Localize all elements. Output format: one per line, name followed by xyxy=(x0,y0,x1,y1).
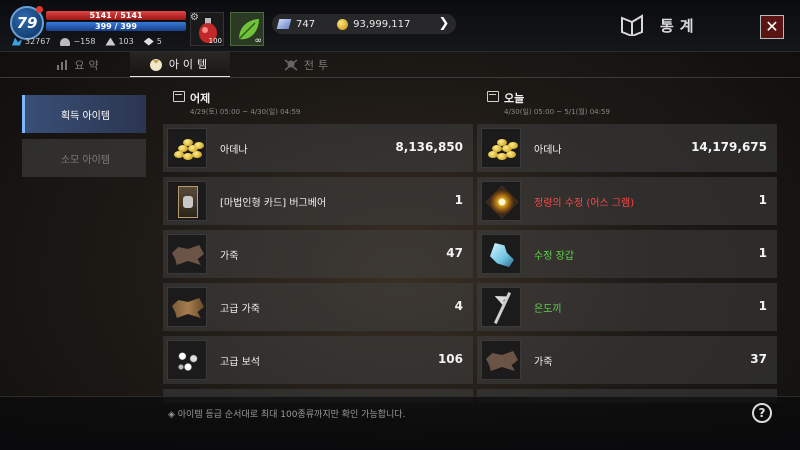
calendar-icon xyxy=(173,91,185,102)
gold-amount: 93,999,117 xyxy=(353,18,411,30)
item-name: 가죽 xyxy=(220,251,239,262)
leather-icon xyxy=(481,340,521,380)
crystal-icon xyxy=(276,19,292,29)
tab-items-label: 아이템 xyxy=(168,58,212,71)
stat-buff: 5 xyxy=(143,37,162,46)
today-column: 오늘 4/30(일) 05:00 ~ 5/1(월) 04:59 아데나 14,1… xyxy=(477,88,777,408)
axe-icon xyxy=(481,287,521,327)
gem-icon xyxy=(167,340,207,380)
item-row[interactable]: 가죽 47 xyxy=(163,230,473,278)
fine-leather-icon xyxy=(167,287,207,327)
today-range: 4/30(일) 05:00 ~ 5/1(월) 04:59 xyxy=(504,108,610,116)
crystal-amount: 747 xyxy=(296,18,316,30)
crystal-icon xyxy=(481,181,521,221)
item-row[interactable]: [마법인형 카드] 버그베어 1 xyxy=(163,177,473,225)
yesterday-range: 4/29(토) 05:00 ~ 4/30(일) 04:59 xyxy=(190,108,301,116)
item-row[interactable]: 고급 보석 106 xyxy=(163,336,473,384)
item-count: 4 xyxy=(454,299,463,313)
stat-weight: 103 xyxy=(105,37,134,46)
mp-bar: 399 / 399 xyxy=(46,22,186,31)
close-button[interactable]: ✕ xyxy=(760,15,784,39)
side-acquired-items[interactable]: 획득 아이템 xyxy=(22,95,146,133)
today-title: 오늘 xyxy=(504,92,525,105)
item-row[interactable]: 은도끼 1 xyxy=(477,283,777,331)
herb-slot[interactable]: ∞ xyxy=(230,12,264,46)
item-name: 정령의 수정 (어스 그램) xyxy=(534,198,635,209)
item-count: 1 xyxy=(758,246,767,260)
currency-bar: 747 93,999,117 xyxy=(272,14,456,34)
help-button[interactable]: ? xyxy=(752,403,772,423)
item-count: 14,179,675 xyxy=(691,140,767,154)
tab-divider xyxy=(0,77,800,78)
item-count: 106 xyxy=(437,352,463,366)
glove-icon xyxy=(481,234,521,274)
item-row[interactable]: 정령의 수정 (어스 그램) 1 xyxy=(477,177,777,225)
side-consumed-items[interactable]: 소모 아이템 xyxy=(22,139,146,177)
item-name: 수정 장갑 xyxy=(534,251,574,262)
tab-combat[interactable]: 전투 xyxy=(258,52,358,78)
tab-bar: 요약 아이템 전투 xyxy=(0,52,800,78)
buff-icon xyxy=(143,37,154,46)
top-hud: 79 5141 / 5141 399 / 399 32767 −158 103 … xyxy=(0,0,800,52)
weight-icon xyxy=(105,37,116,46)
tab-items[interactable]: 아이템 xyxy=(130,52,230,78)
stat-defense: −158 xyxy=(60,37,95,46)
item-row[interactable]: 아데나 14,179,675 xyxy=(477,124,777,172)
close-icon: ✕ xyxy=(765,17,779,36)
gear-icon[interactable]: ⚙ xyxy=(190,13,200,23)
item-count: 1 xyxy=(758,299,767,313)
leather-icon xyxy=(167,234,207,274)
item-count: 1 xyxy=(758,193,767,207)
item-name: 고급 보석 xyxy=(220,357,260,368)
helmet-icon xyxy=(60,37,71,46)
item-count: 8,136,850 xyxy=(395,140,463,154)
yesterday-column: 어제 4/29(토) 05:00 ~ 4/30(일) 04:59 아데나 8,1… xyxy=(163,88,473,408)
today-header: 오늘 4/30(일) 05:00 ~ 5/1(월) 04:59 xyxy=(477,88,777,124)
gold-pile-icon xyxy=(481,128,521,168)
calendar-icon xyxy=(487,91,499,102)
item-row[interactable]: 수정 장갑 1 xyxy=(477,230,777,278)
footer-bar: ◈ 아이템 등급 순서대로 최대 100종류까지만 확인 가능합니다. ? xyxy=(0,396,800,450)
item-row[interactable]: 고급 가죽 4 xyxy=(163,283,473,331)
skull-icon xyxy=(284,59,298,71)
notification-dot xyxy=(36,6,43,13)
item-name: 은도끼 xyxy=(534,304,562,315)
side-menu: 획득 아이템 소모 아이템 xyxy=(22,95,146,183)
item-count: 47 xyxy=(446,246,463,260)
book-icon xyxy=(621,14,643,36)
tab-combat-label: 전투 xyxy=(303,59,333,72)
power-icon xyxy=(12,37,22,46)
chart-icon xyxy=(57,60,68,70)
gold-coin-icon xyxy=(337,18,349,30)
footer-note: ◈ 아이템 등급 순서대로 최대 100종류까지만 확인 가능합니다. xyxy=(168,410,406,420)
hp-bar: 5141 / 5141 xyxy=(46,11,186,20)
item-row[interactable]: 아데나 8,136,850 xyxy=(163,124,473,172)
potion-count: 100 xyxy=(208,37,222,45)
infinite-count: ∞ xyxy=(254,36,263,46)
stat-row: 32767 −158 103 5 xyxy=(12,37,162,46)
page-title: 통계 xyxy=(660,17,700,35)
tab-summary[interactable]: 요약 xyxy=(30,52,130,78)
item-name: 아데나 xyxy=(534,145,562,156)
tab-summary-label: 요약 xyxy=(74,59,103,72)
item-name: 가죽 xyxy=(534,357,553,368)
item-row[interactable]: 가죽 37 xyxy=(477,336,777,384)
item-name: [마법인형 카드] 버그베어 xyxy=(220,198,327,209)
stat-power: 32767 xyxy=(12,37,50,46)
chevron-right-icon[interactable]: ❯ xyxy=(432,12,456,36)
item-count: 1 xyxy=(454,193,463,207)
bag-icon xyxy=(149,59,162,71)
card-icon xyxy=(167,181,207,221)
item-count: 37 xyxy=(750,352,767,366)
item-name: 고급 가죽 xyxy=(220,304,260,315)
item-name: 아데나 xyxy=(220,145,248,156)
question-icon: ? xyxy=(758,406,766,420)
yesterday-title: 어제 xyxy=(190,92,211,105)
yesterday-header: 어제 4/29(토) 05:00 ~ 4/30(일) 04:59 xyxy=(163,88,473,124)
gold-pile-icon xyxy=(167,128,207,168)
